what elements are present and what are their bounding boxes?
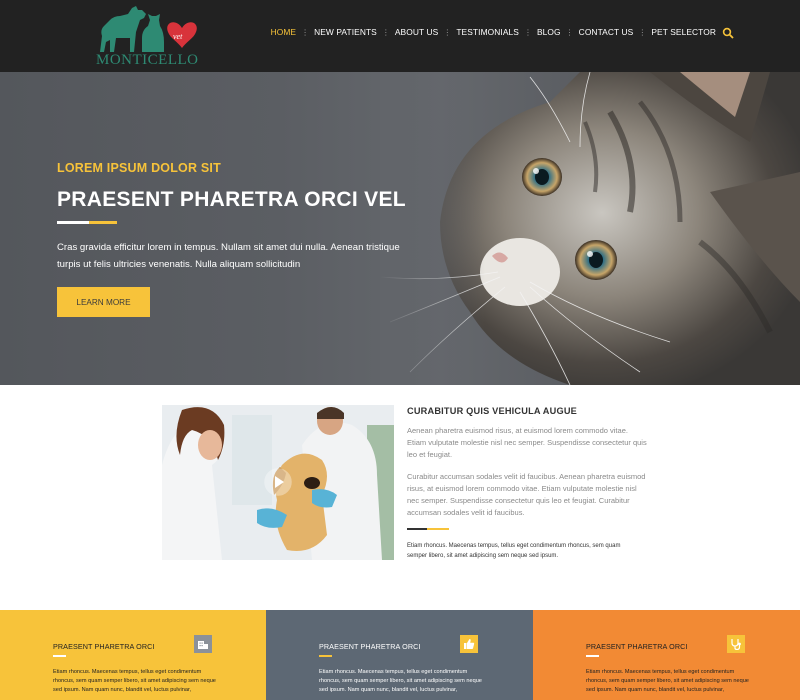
panel-text: Etiam rhoncus. Maecenas tempus, tellus e…	[53, 669, 216, 693]
learn-more-button[interactable]: LEARN MORE	[57, 287, 150, 317]
search-icon[interactable]	[722, 26, 734, 39]
nav-home[interactable]: HOME	[271, 27, 297, 37]
nav-testimonials[interactable]: TESTIMONIALS	[456, 27, 519, 37]
panel-text: Etiam rhoncus. Maecenas tempus, tellus e…	[586, 669, 749, 693]
logo[interactable]: vet MONTICELLO	[96, 2, 198, 70]
panel-title: PRAESENT PHARETRA ORCI	[53, 642, 155, 651]
panel-divider	[319, 655, 332, 657]
svg-text:vet: vet	[173, 32, 183, 41]
site-header: vet MONTICELLO HOME ⋮ NEW PATIENTS ⋮ ABO…	[0, 0, 800, 72]
nav-separator: ⋮	[565, 27, 574, 37]
nav-separator: ⋮	[523, 27, 532, 37]
feature-panels: PRAESENT PHARETRA ORCI Etiam rhoncus. Ma…	[0, 610, 800, 700]
play-icon	[264, 468, 292, 496]
hero-eyebrow: LOREM IPSUM DOLOR SIT	[57, 161, 221, 175]
panel-divider	[586, 655, 599, 657]
about-paragraph-2: Curabitur accumsan sodales velit id fauc…	[407, 472, 646, 517]
nav-new-patients[interactable]: NEW PATIENTS	[314, 27, 377, 37]
thumbs-up-icon	[460, 635, 478, 653]
about-title: CURABITUR QUIS VEHICULA AUGUE	[407, 406, 577, 416]
hero-title: PRAESENT PHARETRA ORCI VEL	[57, 188, 406, 211]
about-paragraph-3: Etiam rhoncus. Maecenas tempus, tellus e…	[407, 543, 621, 559]
vet-with-puppy-image	[162, 405, 394, 560]
nav-separator: ⋮	[381, 27, 390, 37]
panel-divider	[53, 655, 66, 657]
feature-panel-2: PRAESENT PHARETRA ORCI Etiam rhoncus. Ma…	[266, 610, 533, 700]
building-icon	[194, 635, 212, 653]
nav-separator: ⋮	[301, 27, 310, 37]
play-video-button[interactable]	[264, 468, 292, 496]
nav-contact-us[interactable]: CONTACT US	[579, 27, 634, 37]
main-nav: HOME ⋮ NEW PATIENTS ⋮ ABOUT US ⋮ TESTIMO…	[271, 26, 716, 38]
nav-blog[interactable]: BLOG	[537, 27, 561, 37]
hero-text: Cras gravida efficitur lorem in tempus. …	[57, 242, 400, 270]
panel-text: Etiam rhoncus. Maecenas tempus, tellus e…	[319, 669, 482, 693]
kitten-photo	[380, 72, 800, 385]
about-paragraph-1: Aenean pharetra euismod risus, at euismo…	[407, 426, 647, 459]
nav-about-us[interactable]: ABOUT US	[395, 27, 438, 37]
logo-text: MONTICELLO	[96, 52, 199, 68]
nav-separator: ⋮	[443, 27, 452, 37]
pets-logo-icon: vet	[100, 6, 197, 52]
panel-title: PRAESENT PHARETRA ORCI	[319, 642, 421, 651]
stethoscope-icon	[727, 635, 745, 653]
nav-separator: ⋮	[638, 27, 647, 37]
feature-panel-1: PRAESENT PHARETRA ORCI Etiam rhoncus. Ma…	[0, 610, 266, 700]
hero-divider	[57, 221, 117, 224]
panel-title: PRAESENT PHARETRA ORCI	[586, 642, 688, 651]
about-divider	[407, 528, 449, 530]
feature-panel-3: PRAESENT PHARETRA ORCI Etiam rhoncus. Ma…	[533, 610, 800, 700]
hero-banner: LOREM IPSUM DOLOR SIT PRAESENT PHARETRA …	[0, 72, 800, 385]
nav-pet-selector[interactable]: PET SELECTOR	[651, 27, 716, 37]
